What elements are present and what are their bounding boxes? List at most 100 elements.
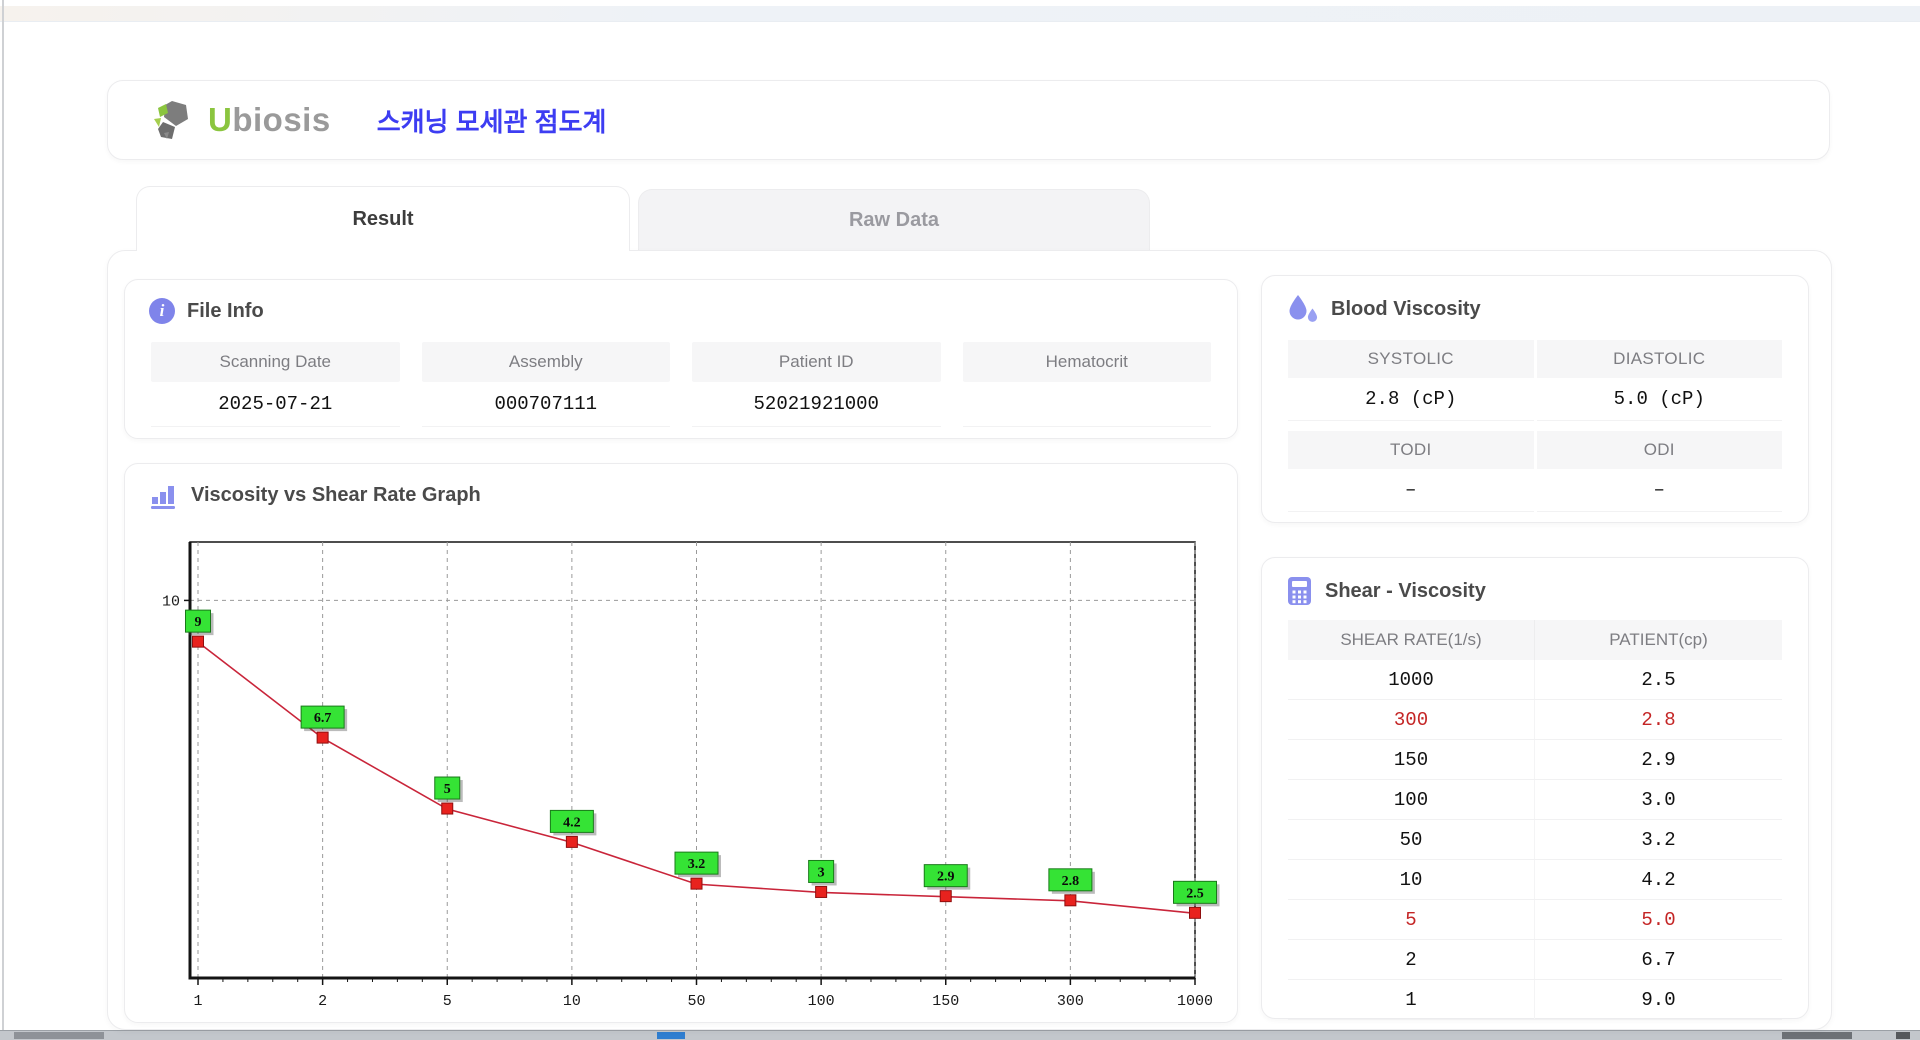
bv-header-row: SYSTOLIC DIASTOLIC [1288, 340, 1782, 378]
app-title-korean: 스캐닝 모세관 점도계 [376, 106, 607, 137]
cell-shear-rate: 100 [1288, 780, 1535, 819]
file-info-grid: Scanning Date 2025-07-21 Assembly 000707… [151, 342, 1211, 427]
x-tick-label: 150 [932, 993, 959, 1010]
cell-shear-rate: 150 [1288, 740, 1535, 779]
cell-shear-rate: 5 [1288, 900, 1535, 939]
bv-label-todi: TODI [1288, 431, 1534, 469]
chart-point [690, 877, 703, 890]
window-chrome-strip [0, 6, 1920, 22]
field-scanning-date: Scanning Date 2025-07-21 [151, 342, 400, 427]
bv-value-row: – – [1288, 469, 1782, 512]
cell-patient: 2.5 [1641, 668, 1676, 691]
field-value: 2025-07-21 [151, 382, 400, 427]
graph-title: Viscosity vs Shear Rate Graph [191, 484, 481, 506]
bv-value-diastolic: 5.0 (cP) [1536, 378, 1782, 421]
x-tick-label: 50 [687, 993, 705, 1010]
point-label: 3.2 [688, 857, 706, 872]
graph-header: Viscosity vs Shear Rate Graph [149, 482, 481, 509]
blood-viscosity-card: Blood Viscosity SYSTOLIC DIASTOLIC 2.8 (… [1261, 275, 1809, 523]
cell-patient: 3.0 [1641, 788, 1676, 811]
field-label: Hematocrit [962, 342, 1211, 382]
cell-shear-rate: 50 [1288, 820, 1535, 859]
bv-label-systolic: SYSTOLIC [1288, 340, 1534, 378]
shear-viscosity-title: Shear - Viscosity [1325, 579, 1486, 602]
field-value: 52021921000 [692, 382, 941, 427]
point-label: 3 [818, 865, 825, 880]
logo-rest: biosis [232, 101, 331, 138]
x-tick-label: 2 [318, 993, 327, 1010]
table-row: 10 4.2 [1288, 860, 1782, 900]
field-patient-id: Patient ID 52021921000 [692, 342, 941, 427]
table-row: 5 5.0 [1288, 900, 1782, 940]
cell-shear-rate: 1000 [1288, 660, 1535, 699]
x-tick-label: 300 [1057, 993, 1084, 1010]
shear-viscosity-card: Shear - Viscosity SHEAR RATE(1/s) PATIEN… [1261, 557, 1809, 1020]
table-body: 1000 2.5 300 2.8 150 2.9 100 3.0 50 3.2 … [1288, 660, 1782, 1020]
cell-patient: 5.0 [1641, 908, 1676, 931]
chart-point [1189, 906, 1201, 919]
point-label: 9 [195, 615, 202, 630]
bv-label-odi: ODI [1536, 431, 1782, 469]
field-hematocrit: Hematocrit [962, 342, 1211, 427]
field-assembly: Assembly 000707111 [421, 342, 670, 427]
point-label: 2.8 [1062, 874, 1080, 889]
cell-patient: 9.0 [1641, 988, 1676, 1011]
field-label: Patient ID [692, 342, 941, 382]
chart-point [316, 731, 329, 744]
x-tick-label: 1000 [1177, 993, 1213, 1010]
cell-patient: 3.2 [1641, 828, 1676, 851]
x-tick-label: 100 [808, 993, 835, 1010]
taskbar-segment [1896, 1032, 1910, 1039]
table-row: 100 3.0 [1288, 780, 1782, 820]
info-icon: i [149, 298, 175, 324]
shear-viscosity-header: Shear - Viscosity [1286, 576, 1486, 606]
x-tick-label: 5 [443, 993, 452, 1010]
y-tick-label: 10 [162, 593, 180, 610]
point-label: 2.5 [1186, 886, 1204, 901]
chart-point [815, 885, 828, 898]
cell-patient: 2.8 [1641, 708, 1676, 731]
calculator-icon [1288, 577, 1311, 605]
point-label: 6.7 [314, 711, 332, 726]
point-label: 2.9 [937, 870, 955, 885]
taskbar-sliver [0, 1030, 1920, 1040]
content-panel: i File Info Scanning Date 2025-07-21 Ass… [107, 250, 1832, 1030]
chart-point [441, 802, 454, 815]
cell-patient: 2.9 [1641, 748, 1676, 771]
table-row: 150 2.9 [1288, 740, 1782, 780]
ubiosis-logo-icon [154, 101, 188, 139]
blood-viscosity-header: Blood Viscosity [1286, 294, 1481, 324]
file-info-card: i File Info Scanning Date 2025-07-21 Ass… [124, 279, 1238, 439]
field-label: Scanning Date [151, 342, 400, 382]
cell-shear-rate: 10 [1288, 860, 1535, 899]
table-row: 2 6.7 [1288, 940, 1782, 980]
table-row: 50 3.2 [1288, 820, 1782, 860]
window-left-border [2, 0, 4, 1040]
app-container: Ubiosis 스캐닝 모세관 점도계 Result Raw Data i Fi… [107, 80, 1832, 1030]
tab-raw-data[interactable]: Raw Data [638, 189, 1150, 251]
col-header-patient: PATIENT(cp) [1609, 630, 1708, 649]
logo-letter-u: U [208, 101, 233, 138]
cell-shear-rate: 300 [1288, 700, 1535, 739]
taskbar-segment-blue [657, 1032, 685, 1039]
table-row: 1000 2.5 [1288, 660, 1782, 700]
field-value [962, 382, 1211, 427]
viscosity-chart: 1 2 5 10 50 100 150 300 1000 10 9 6.7 5 4.2 3.2 3 2.9 2.8… [162, 541, 1220, 1010]
file-info-title: File Info [187, 299, 264, 322]
app-header: Ubiosis 스캐닝 모세관 점도계 [107, 80, 1830, 160]
cell-shear-rate: 1 [1288, 980, 1535, 1019]
chart-point [1064, 894, 1077, 907]
cell-patient: 4.2 [1641, 868, 1676, 891]
plot-area [189, 541, 1196, 979]
bar-chart-icon [151, 486, 175, 509]
blood-viscosity-grid: SYSTOLIC DIASTOLIC 2.8 (cP) 5.0 (cP) TOD… [1288, 340, 1782, 512]
table-header-row: SHEAR RATE(1/s) PATIENT(cp) [1288, 620, 1782, 660]
cell-patient: 6.7 [1641, 948, 1676, 971]
point-label: 5 [444, 782, 451, 797]
bv-value-todi: – [1288, 469, 1534, 512]
table-row: 300 2.8 [1288, 700, 1782, 740]
chart-point [939, 890, 952, 903]
tab-result[interactable]: Result [136, 186, 630, 251]
field-value: 000707111 [421, 382, 670, 427]
table-row: 1 9.0 [1288, 980, 1782, 1020]
